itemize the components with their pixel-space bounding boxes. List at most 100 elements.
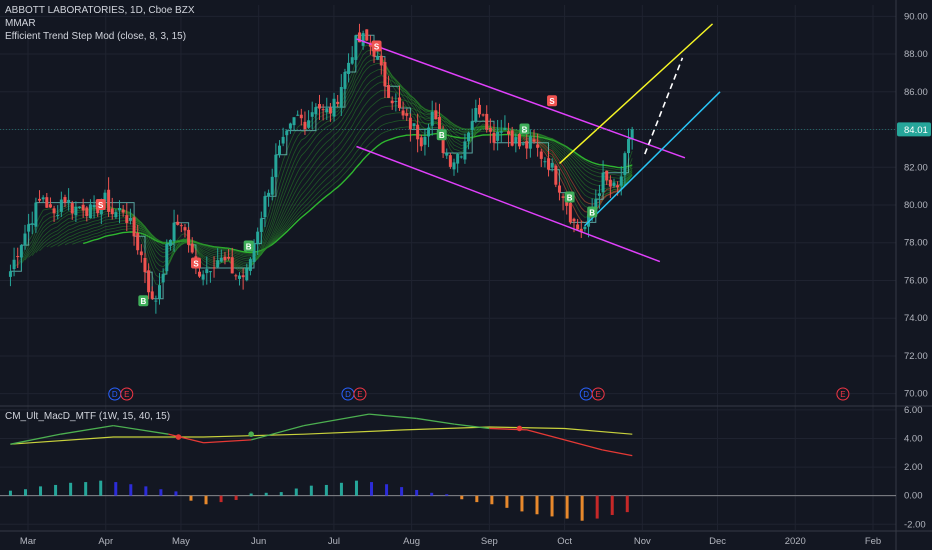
candle-body [212, 267, 216, 269]
macd-histogram-bar [490, 495, 494, 505]
candle-body [150, 291, 154, 299]
price-tick-label: 90.00 [904, 11, 928, 22]
candle-body [48, 204, 52, 208]
candle-body [216, 260, 220, 268]
candle-body [223, 256, 227, 261]
candle-body [158, 285, 162, 299]
macd-histogram-bar [159, 489, 163, 496]
candle-body [27, 224, 31, 232]
candle-body [81, 204, 85, 211]
macd-histogram-bar [189, 495, 193, 501]
candle-body [376, 56, 380, 60]
candle-body [176, 221, 180, 225]
macd-histogram-bar [8, 490, 12, 496]
macd-histogram-bar [550, 495, 554, 517]
buy-signal-label: B [567, 193, 573, 202]
candle-body [274, 154, 278, 178]
candle-body [198, 271, 202, 277]
candle-body [623, 153, 627, 175]
macd-histogram-bar [204, 495, 208, 505]
macd-tick-label: 6.00 [904, 405, 923, 416]
candle-body [521, 143, 525, 145]
macd-histogram-bar [114, 482, 118, 496]
candle-body [427, 127, 431, 137]
price-tick-label: 78.00 [904, 238, 928, 249]
candle-body [321, 109, 325, 111]
macd-histogram-bar [234, 495, 238, 500]
candle-body [118, 207, 122, 211]
candle-body [307, 120, 311, 128]
candle-body [30, 223, 34, 225]
candle-body [70, 203, 74, 214]
earnings-marker-label: E [357, 390, 362, 399]
candle-body [365, 29, 369, 41]
candle-body [397, 97, 401, 109]
candle-body [78, 206, 82, 208]
candle-body [488, 127, 492, 132]
macd-histogram-bar [23, 489, 27, 496]
chart-title: ABBOTT LABORATORIES, 1D, Cboe BZX [5, 5, 195, 16]
candle-body [201, 274, 205, 280]
candle-body [230, 257, 234, 274]
macd-histogram-bar [400, 487, 404, 496]
macd-histogram-bar [505, 495, 509, 508]
macd-tick-label: 0.00 [904, 491, 923, 502]
macd-cross-marker [248, 431, 254, 437]
candle-body [496, 131, 500, 141]
candle-body [390, 100, 394, 104]
macd-histogram-bar [385, 484, 389, 496]
candle-body [241, 275, 245, 278]
buy-signal-label: B [246, 243, 252, 252]
candle-body [85, 207, 89, 217]
candle-body [267, 192, 271, 197]
candle-body [168, 239, 172, 246]
candle-body [8, 271, 12, 277]
macd-tick-label: 2.00 [904, 462, 923, 473]
candle-body [350, 57, 354, 64]
candle-body [463, 141, 467, 160]
macd-histogram-bar [354, 480, 358, 496]
candle-body [347, 62, 351, 74]
candle-body [128, 218, 132, 221]
macd-histogram-bar [84, 482, 88, 496]
earnings-marker-label: E [840, 390, 845, 399]
macd-histogram-bar [219, 495, 223, 503]
candle-body [507, 131, 511, 135]
candle-body [477, 104, 481, 115]
macd-histogram-bar [610, 495, 614, 515]
macd-histogram-bar [535, 495, 539, 515]
macd-histogram-bar [430, 492, 434, 496]
candle-body [16, 256, 20, 258]
candle-body [125, 215, 129, 223]
candle-body [67, 199, 71, 204]
candle-body [336, 101, 340, 104]
macd-histogram-bar [309, 485, 313, 496]
candle-body [110, 208, 114, 215]
candle-body [539, 151, 543, 159]
candle-body [423, 136, 427, 145]
time-tick-label: Jun [251, 536, 266, 547]
candle-body [19, 245, 23, 258]
candle-body [430, 111, 434, 126]
candle-body [23, 233, 27, 245]
candle-body [59, 199, 63, 212]
buy-signal-label: B [439, 131, 445, 140]
time-tick-label: Nov [634, 536, 651, 547]
candle-body [259, 218, 263, 232]
candle-body [281, 136, 285, 144]
candle-body [227, 256, 231, 259]
candle-body [41, 197, 45, 200]
time-tick-label: Mar [20, 536, 36, 547]
candle-body [52, 208, 56, 214]
macd-panel-title: CM_Ult_MacD_MTF (1W, 15, 40, 15) [5, 411, 171, 422]
candle-body [132, 217, 136, 237]
candle-body [343, 72, 347, 89]
candle-body [314, 107, 318, 115]
candle-body [256, 231, 260, 245]
candle-body [525, 141, 529, 149]
sell-signal-label: S [98, 201, 104, 210]
chart-canvas[interactable]: BBBBBBSSSSDEDEDEE90.0088.0086.0084.0082.… [0, 0, 932, 550]
candle-body [612, 182, 616, 187]
study-label-mmar: MMAR [5, 18, 36, 29]
time-tick-label: Oct [557, 536, 572, 547]
